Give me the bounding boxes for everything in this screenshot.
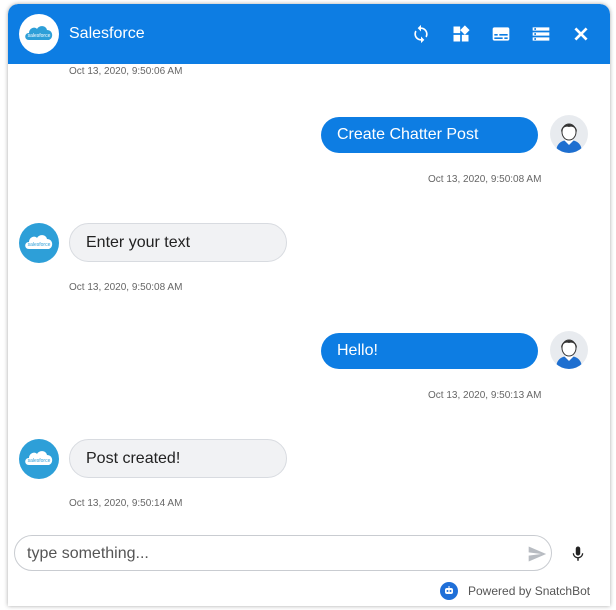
bot-avatar: salesforce bbox=[19, 223, 59, 263]
widgets-icon[interactable] bbox=[449, 22, 473, 46]
microphone-icon[interactable] bbox=[566, 542, 590, 566]
message-input[interactable] bbox=[25, 542, 509, 566]
user-avatar bbox=[550, 331, 588, 369]
refresh-icon[interactable] bbox=[409, 22, 433, 46]
chat-header: salesforce Salesforce bbox=[8, 4, 610, 64]
message-composer bbox=[14, 535, 552, 571]
bot-avatar: salesforce bbox=[19, 439, 59, 479]
bot-message-bubble: Post created! bbox=[69, 439, 287, 478]
svg-text:salesforce: salesforce bbox=[28, 33, 51, 39]
user-message-bubble: Create Chatter Post bbox=[321, 117, 538, 153]
subtitles-icon[interactable] bbox=[489, 22, 513, 46]
message-timestamp: Oct 13, 2020, 9:50:08 AM bbox=[69, 282, 183, 293]
message-timestamp: Oct 13, 2020, 9:50:14 AM bbox=[69, 498, 183, 509]
message-timestamp: Oct 13, 2020, 9:50:08 AM bbox=[428, 174, 542, 185]
message-timestamp: Oct 13, 2020, 9:50:06 AM bbox=[69, 66, 183, 77]
send-icon[interactable] bbox=[525, 543, 549, 565]
storage-icon[interactable] bbox=[529, 22, 553, 46]
header-title: Salesforce bbox=[69, 25, 145, 42]
close-icon[interactable] bbox=[569, 22, 593, 46]
powered-by[interactable]: Powered by SnatchBot bbox=[440, 582, 590, 600]
svg-text:salesforce: salesforce bbox=[28, 242, 51, 248]
user-message-bubble: Hello! bbox=[321, 333, 538, 369]
chat-window: salesforce Salesforce Oct 13, 2020, 9:50… bbox=[8, 4, 610, 606]
snatchbot-logo-icon bbox=[440, 582, 458, 600]
salesforce-logo: salesforce bbox=[19, 14, 59, 54]
svg-text:salesforce: salesforce bbox=[28, 458, 51, 464]
message-timestamp: Oct 13, 2020, 9:50:13 AM bbox=[428, 390, 542, 401]
user-avatar bbox=[550, 115, 588, 153]
powered-by-text: Powered by SnatchBot bbox=[468, 584, 591, 598]
bot-message-bubble: Enter your text bbox=[69, 223, 287, 262]
